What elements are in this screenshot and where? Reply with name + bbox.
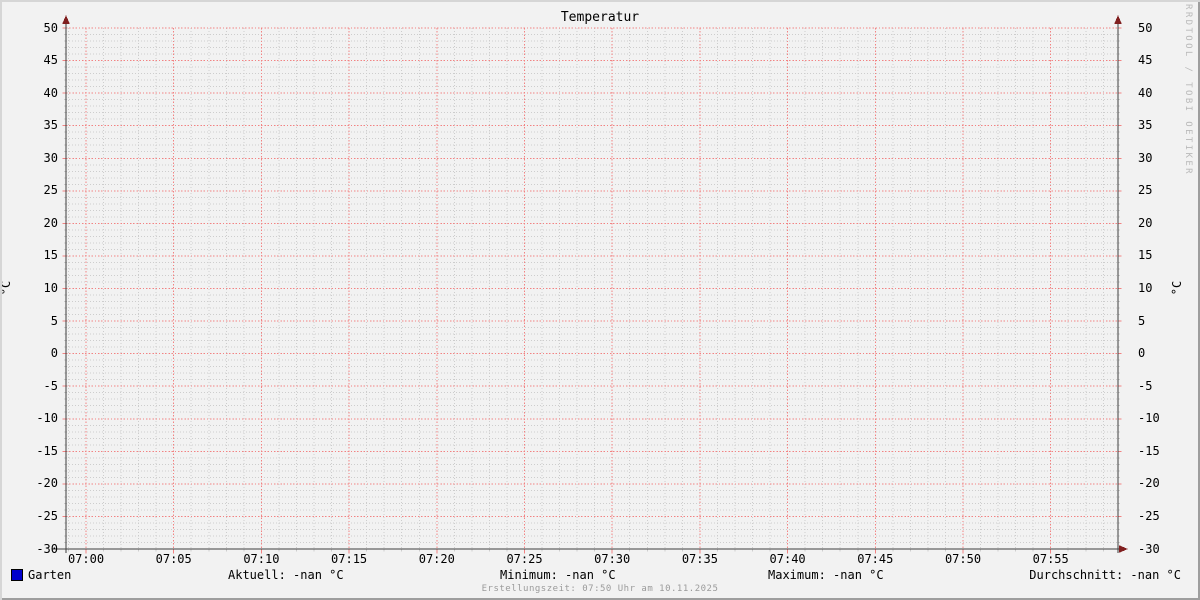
y-tick-label-right: 45 xyxy=(1138,54,1182,67)
y-tick-label-right: 35 xyxy=(1138,119,1182,132)
x-tick-label: 07:35 xyxy=(668,553,732,566)
legend-color-swatch xyxy=(11,569,23,581)
y-axis-unit-right: °C xyxy=(1171,281,1183,295)
x-tick-label: 07:10 xyxy=(229,553,293,566)
x-tick-label: 07:05 xyxy=(142,553,206,566)
x-tick-label: 07:55 xyxy=(1019,553,1083,566)
stat-maximum: Maximum: -nan °C xyxy=(768,568,884,582)
y-tick-label-left: 15 xyxy=(20,249,58,262)
x-tick-label: 07:20 xyxy=(405,553,469,566)
x-tick-label: 07:00 xyxy=(54,553,118,566)
x-tick-label: 07:15 xyxy=(317,553,381,566)
y-tick-label-right: 5 xyxy=(1138,315,1182,328)
stat-minimum: Minimum: -nan °C xyxy=(500,568,616,582)
stat-aktuell: Aktuell: -nan °C xyxy=(228,568,344,582)
legend-stats-row: Garten Aktuell: -nan °C Minimum: -nan °C… xyxy=(0,568,1200,582)
y-tick-label-right: 30 xyxy=(1138,152,1182,165)
rrdtool-watermark: RRDTOOL / TOBI OETIKER xyxy=(1183,4,1193,176)
x-tick-label: 07:25 xyxy=(493,553,557,566)
y-tick-label-right: -30 xyxy=(1138,543,1182,556)
y-tick-label-left: 10 xyxy=(20,282,58,295)
y-tick-label-right: 25 xyxy=(1138,184,1182,197)
y-tick-label-right: -25 xyxy=(1138,510,1182,523)
y-tick-label-left: 0 xyxy=(20,347,58,360)
y-tick-label-left: -5 xyxy=(20,380,58,393)
x-tick-label: 07:45 xyxy=(843,553,907,566)
legend-series-label: Garten xyxy=(28,568,71,582)
y-tick-label-left: -25 xyxy=(20,510,58,523)
y-tick-label-right: 40 xyxy=(1138,87,1182,100)
creation-time-note: Erstellungszeit: 07:50 Uhr am 10.11.2025 xyxy=(0,584,1200,595)
y-tick-label-left: 50 xyxy=(20,22,58,35)
y-tick-label-right: -5 xyxy=(1138,380,1182,393)
x-tick-label: 07:30 xyxy=(580,553,644,566)
y-tick-label-left: 30 xyxy=(20,152,58,165)
y-tick-label-left: 45 xyxy=(20,54,58,67)
stat-durchschnitt: Durchschnitt: -nan °C xyxy=(1029,568,1181,582)
y-tick-label-right: -10 xyxy=(1138,412,1182,425)
y-tick-label-right: 20 xyxy=(1138,217,1182,230)
y-tick-label-right: 0 xyxy=(1138,347,1182,360)
y-tick-label-left: 40 xyxy=(20,87,58,100)
y-tick-label-left: -15 xyxy=(20,445,58,458)
y-tick-label-left: -20 xyxy=(20,477,58,490)
y-tick-label-right: 15 xyxy=(1138,249,1182,262)
x-tick-label: 07:40 xyxy=(756,553,820,566)
y-tick-label-left: 25 xyxy=(20,184,58,197)
chart-grid-canvas xyxy=(0,0,1200,600)
y-tick-label-right: -20 xyxy=(1138,477,1182,490)
y-tick-label-left: 5 xyxy=(20,315,58,328)
y-tick-label-right: 50 xyxy=(1138,22,1182,35)
y-tick-label-left: -10 xyxy=(20,412,58,425)
y-tick-label-right: -15 xyxy=(1138,445,1182,458)
y-tick-label-left: 35 xyxy=(20,119,58,132)
y-tick-label-left: 20 xyxy=(20,217,58,230)
y-axis-unit-left: °C xyxy=(0,281,12,295)
x-tick-label: 07:50 xyxy=(931,553,995,566)
y-tick-label-left: -30 xyxy=(20,543,58,556)
